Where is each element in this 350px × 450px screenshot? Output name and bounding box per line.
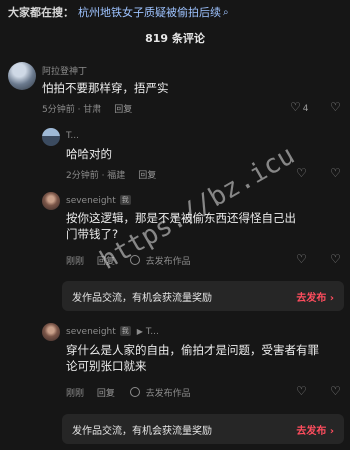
reply-button[interactable]: 回复 xyxy=(114,105,132,115)
comment-text: 按你这逻辑，那是不是被偷东西还得怪自己出门带钱了? xyxy=(66,211,296,241)
reply-button[interactable]: 回复 xyxy=(138,171,156,181)
me-badge: 我 xyxy=(119,326,131,336)
search-query-link[interactable]: 杭州地铁女子质疑被偷拍后续 xyxy=(78,4,221,20)
dislike-button[interactable]: ♡ xyxy=(330,384,341,398)
comment-username[interactable]: T... xyxy=(66,131,79,141)
comment-count-title: 819 条评论 xyxy=(145,32,205,45)
dislike-button[interactable]: ♡ xyxy=(330,100,341,114)
publish-promo-banner[interactable]: 发作品交流，有机会获流量奖励 去发布 › xyxy=(62,414,344,444)
like-button[interactable]: ♡ xyxy=(296,252,307,266)
like-count: 4 xyxy=(302,104,309,114)
comment-time-location: 刚刚 xyxy=(66,257,85,267)
heart-icon: ♡ xyxy=(296,252,307,266)
promo-text: 发作品交流，有机会获流量奖励 xyxy=(72,425,212,437)
reply-button[interactable]: 回复 xyxy=(97,257,115,267)
heart-icon: ♡ xyxy=(296,384,307,398)
promo-publish-button[interactable]: 去发布 › xyxy=(296,289,334,304)
comment-text: 怕拍不要那样穿，捂严实 xyxy=(42,81,169,95)
search-icon[interactable]: ⌕ xyxy=(223,7,229,18)
reply-to-user[interactable]: T... xyxy=(146,327,159,337)
avatar[interactable] xyxy=(42,323,60,341)
comment-time-location: 5分钟前 · 甘肃 xyxy=(42,105,102,115)
comment-text: 哈哈对的 xyxy=(66,147,112,161)
broken-heart-icon: ♡ xyxy=(330,100,341,114)
comment-text: 穿什么是人家的自由，偷拍才是问题，受害者有罪论可别张口就来 xyxy=(66,343,319,373)
publish-work-link[interactable]: 去发布作品 xyxy=(146,257,191,267)
dislike-button[interactable]: ♡ xyxy=(330,166,341,180)
me-badge: 我 xyxy=(119,195,131,205)
comment-username-text: seveneight xyxy=(66,327,116,337)
publish-icon xyxy=(129,255,140,265)
search-prefix: 大家都在搜： xyxy=(8,6,74,19)
promo-publish-button[interactable]: 去发布 › xyxy=(296,422,334,437)
reply-button[interactable]: 回复 xyxy=(97,389,115,399)
reply-arrow-icon: ▶ xyxy=(136,327,143,336)
comment-username[interactable]: 阿拉登神丁 xyxy=(42,64,87,77)
heart-icon: ♡ xyxy=(296,166,307,180)
comment-username[interactable]: seveneight 我 ▶ T... xyxy=(66,326,159,337)
comment-meta: 刚刚 回复 去发布作品 xyxy=(66,254,191,267)
heart-icon: ♡ xyxy=(290,100,301,114)
publish-promo-banner[interactable]: 发作品交流，有机会获流量奖励 去发布 › xyxy=(62,281,344,311)
comment-username[interactable]: seveneight 我 xyxy=(66,195,131,206)
avatar[interactable] xyxy=(42,192,60,210)
like-button[interactable]: ♡ xyxy=(296,384,307,398)
search-suggestion-bar[interactable]: 大家都在搜： 杭州地铁女子质疑被偷拍后续 ⌕ xyxy=(0,0,350,24)
comment-meta: 刚刚 回复 去发布作品 xyxy=(66,386,191,399)
avatar[interactable] xyxy=(8,62,36,90)
comment-meta: 2分钟前 · 福建 回复 xyxy=(66,168,156,181)
publish-work-link[interactable]: 去发布作品 xyxy=(146,389,191,399)
like-button[interactable]: ♡ 4 xyxy=(290,100,309,114)
comment-meta: 5分钟前 · 甘肃 回复 xyxy=(42,102,132,115)
broken-heart-icon: ♡ xyxy=(330,166,341,180)
promo-text: 发作品交流，有机会获流量奖励 xyxy=(72,292,212,304)
comment-time-location: 刚刚 xyxy=(66,389,85,399)
avatar[interactable] xyxy=(42,128,60,146)
comment-username-text: seveneight xyxy=(66,196,116,206)
comment-time-location: 2分钟前 · 福建 xyxy=(66,171,126,181)
publish-icon xyxy=(129,387,140,397)
dislike-button[interactable]: ♡ xyxy=(330,252,341,266)
broken-heart-icon: ♡ xyxy=(330,252,341,266)
broken-heart-icon: ♡ xyxy=(330,384,341,398)
like-button[interactable]: ♡ xyxy=(296,166,307,180)
